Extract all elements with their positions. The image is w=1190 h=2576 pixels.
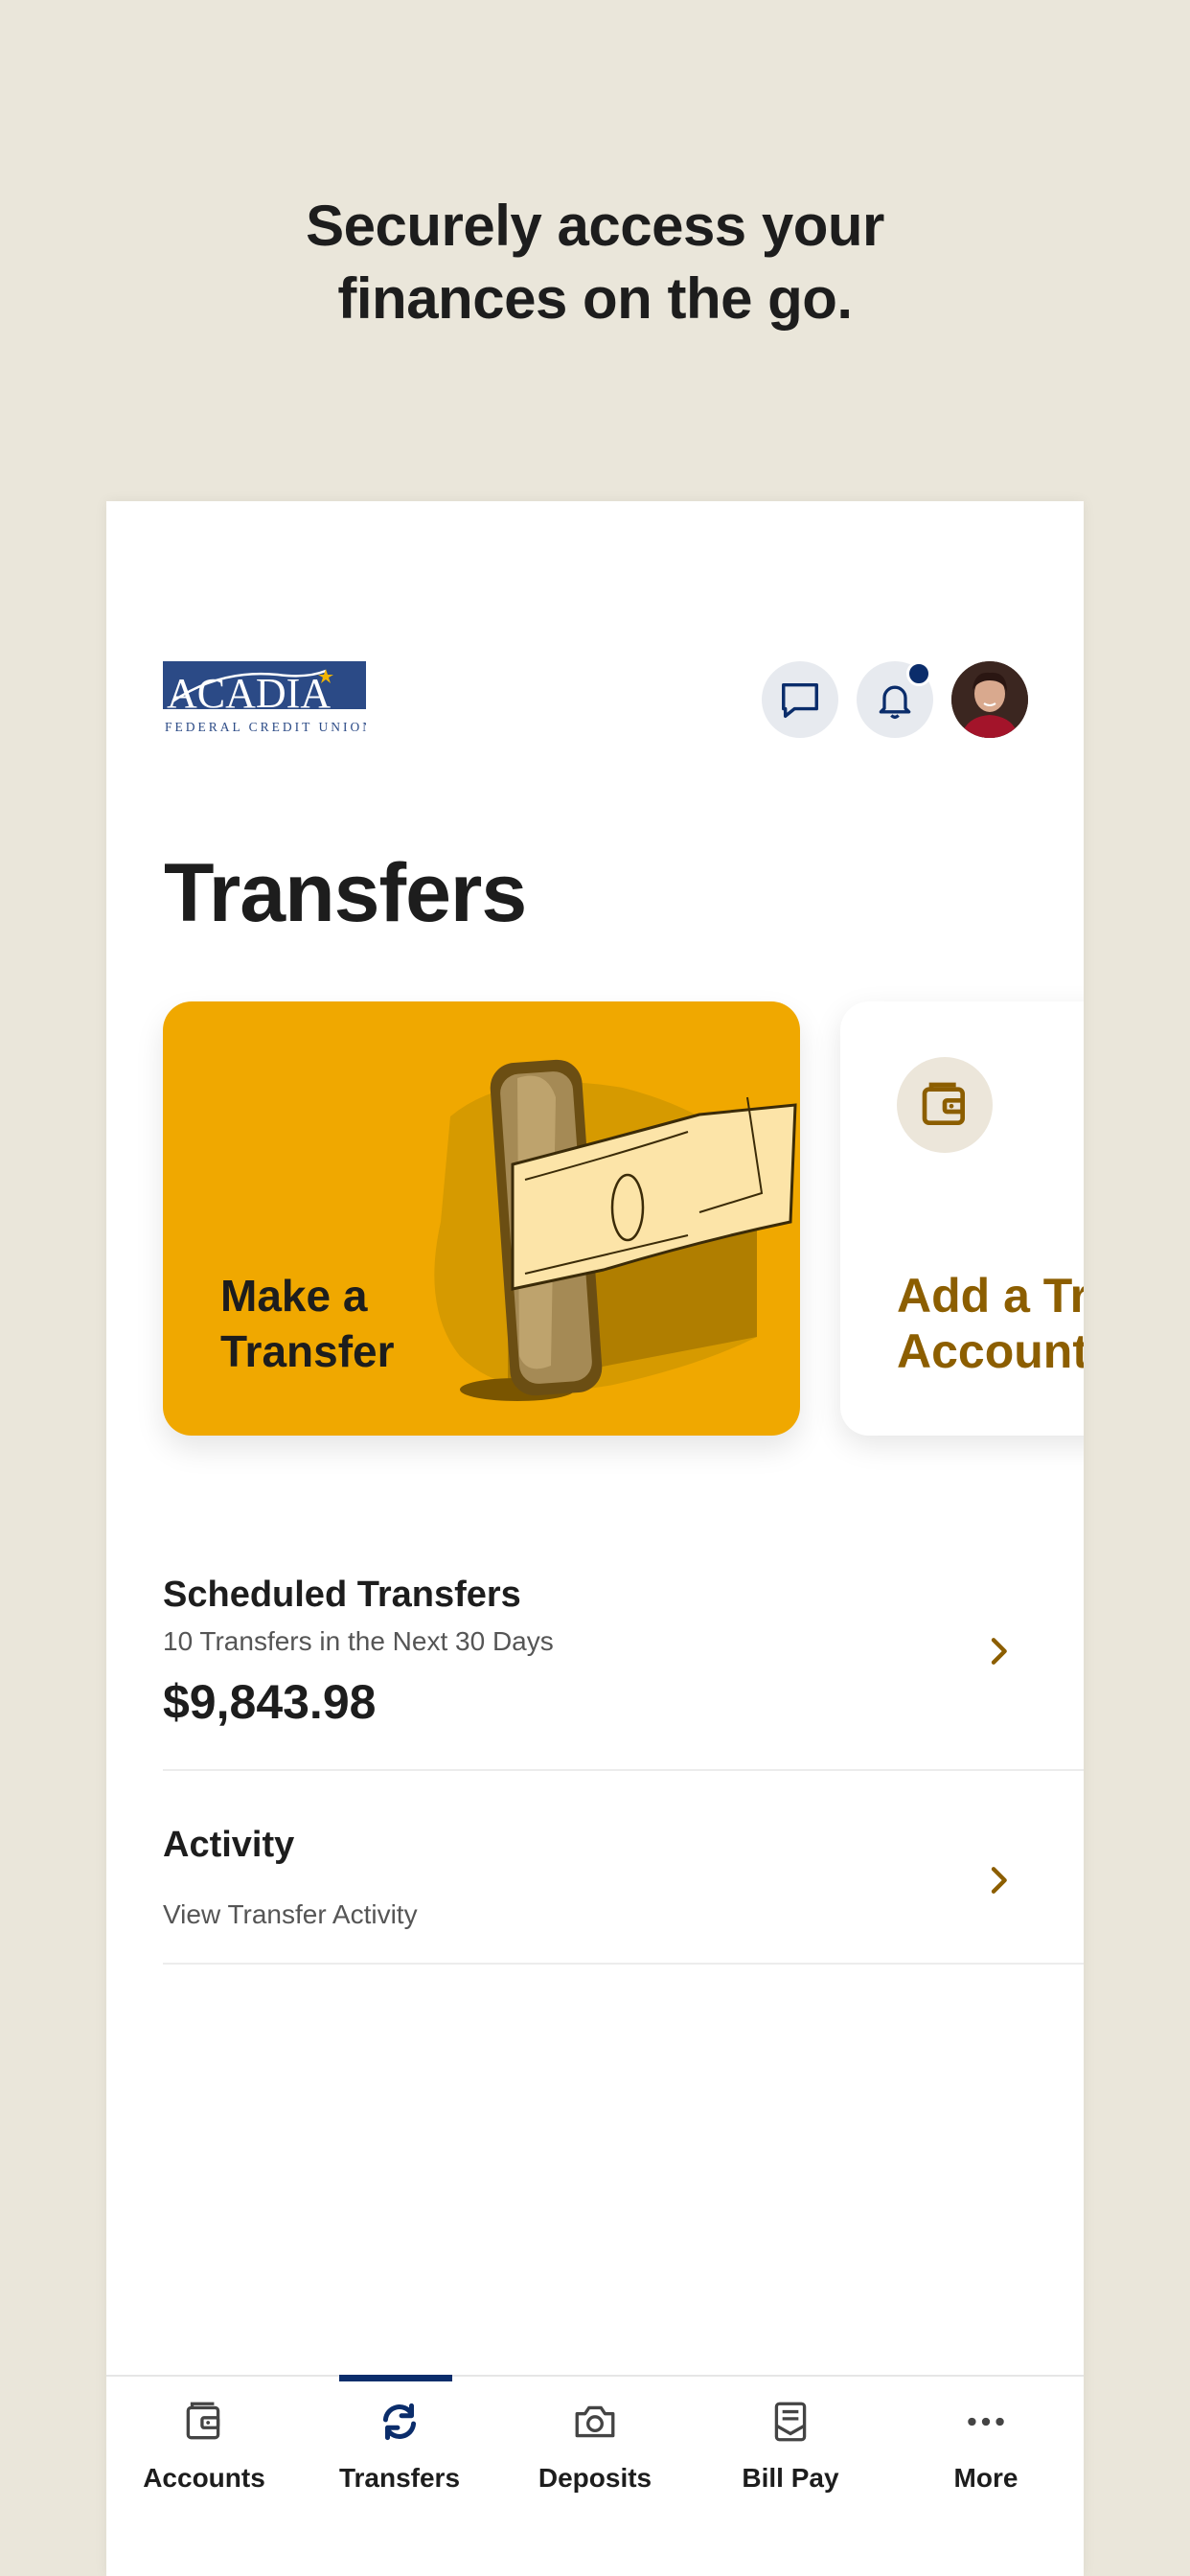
more-dots-icon — [968, 2417, 1004, 2426]
logo-wordmark: ACADIA — [167, 670, 331, 717]
bottom-navigation: Accounts Transfers Deposits Bill Pay Mor… — [106, 2375, 1084, 2576]
chevron-right-icon — [991, 1867, 1007, 1894]
nav-more[interactable]: More — [888, 2377, 1084, 2520]
avatar[interactable] — [951, 661, 1028, 738]
make-transfer-line-2: Transfer — [220, 1326, 395, 1376]
scheduled-subtitle: 10 Transfers in the Next 30 Days — [163, 1626, 554, 1656]
acadia-logo[interactable]: ACADIA FEDERAL CREDIT UNION — [163, 661, 372, 740]
bell-icon — [879, 685, 911, 719]
page-title: Transfers — [164, 847, 527, 939]
chat-button[interactable] — [762, 661, 838, 738]
scheduled-amount: $9,843.98 — [163, 1675, 377, 1729]
promo-line-2: finances on the go. — [337, 266, 853, 331]
wallet-icon — [922, 1082, 965, 1125]
transfer-arrows-icon — [382, 2403, 417, 2441]
scheduled-transfers-row[interactable]: Scheduled Transfers 10 Transfers in the … — [163, 1575, 1084, 1771]
nav-label: Accounts — [143, 2463, 265, 2493]
camera-icon — [575, 2405, 615, 2438]
wallet-icon — [186, 2402, 220, 2440]
wallet-icon-container — [897, 1057, 993, 1153]
nav-accounts[interactable]: Accounts — [106, 2377, 302, 2520]
notification-badge — [906, 661, 931, 686]
logo-subtext: FEDERAL CREDIT UNION — [165, 720, 366, 734]
make-transfer-line-1: Make a — [220, 1271, 368, 1321]
nav-label: More — [953, 2463, 1018, 2493]
activity-subtitle: View Transfer Activity — [163, 1899, 418, 1929]
scheduled-title: Scheduled Transfers — [163, 1575, 521, 1615]
chat-icon — [782, 682, 818, 718]
nav-label: Deposits — [538, 2463, 652, 2493]
make-transfer-card[interactable]: Make a Transfer — [163, 1001, 800, 1436]
activity-row[interactable]: Activity View Transfer Activity — [163, 1781, 1084, 1965]
chevron-right-icon — [991, 1638, 1007, 1665]
make-transfer-label: Make a Transfer — [220, 1268, 395, 1379]
activity-title: Activity — [163, 1825, 295, 1865]
app-screen: ACADIA FEDERAL CREDIT UNION Transfers Ma… — [106, 501, 1084, 2576]
add-account-card[interactable]: Add a Tr Account — [840, 1001, 1084, 1436]
promo-headline: Securely access your finances on the go. — [0, 190, 1190, 335]
nav-bill-pay[interactable]: Bill Pay — [693, 2377, 888, 2520]
add-account-line-1: Add a Tr — [897, 1269, 1084, 1322]
notifications-button[interactable] — [857, 661, 933, 738]
nav-label: Transfers — [338, 2463, 461, 2493]
nav-deposits[interactable]: Deposits — [497, 2377, 693, 2520]
promo-line-1: Securely access your — [306, 194, 884, 258]
add-account-label: Add a Tr Account — [897, 1268, 1084, 1379]
nav-label: Bill Pay — [742, 2463, 839, 2493]
add-account-line-2: Account — [897, 1324, 1084, 1378]
nav-transfers[interactable]: Transfers — [302, 2377, 497, 2520]
bill-icon — [774, 2402, 807, 2442]
